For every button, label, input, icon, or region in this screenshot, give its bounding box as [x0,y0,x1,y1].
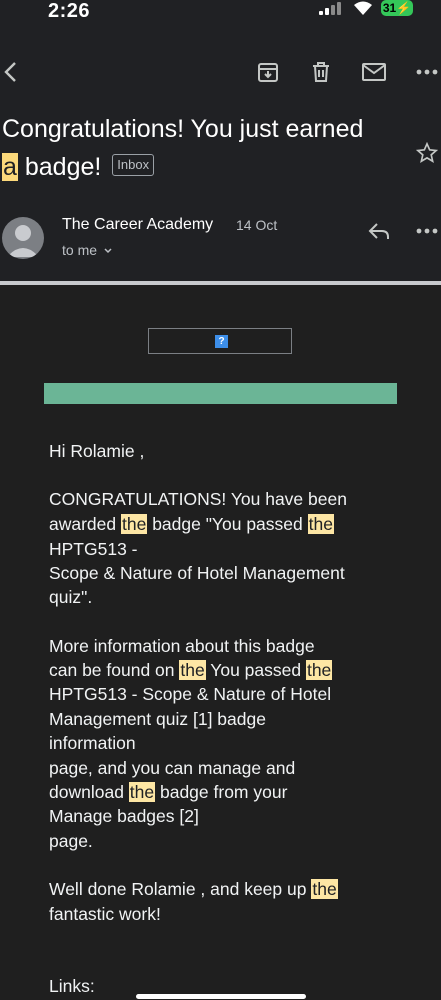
paragraph-line: page. [49,831,93,851]
status-time: 2:26 [48,0,91,22]
home-indicator[interactable] [136,994,306,999]
back-arrow-icon[interactable] [0,60,20,84]
paragraph-line: Manage badges [2] [49,806,199,826]
subject-text-end: badge! [17,153,102,181]
email-subject: Congratulations! You just earned a badge… [2,110,402,186]
subject-highlight: a [2,153,18,181]
paragraph-line: can be found on the You passed the [49,660,333,680]
reply-icon[interactable] [366,220,392,242]
more-options-icon[interactable] [414,220,440,242]
paragraph-line: CONGRATULATIONS! You have been [49,489,347,509]
star-icon[interactable] [414,140,440,166]
paragraph-line: information [49,733,136,753]
inbox-label-chip[interactable]: Inbox [112,154,155,177]
recipient-details[interactable]: to me [62,242,113,258]
sender-name[interactable]: The Career Academy [62,216,213,234]
greeting: Hi Rolamie , [49,441,145,461]
wifi-icon [352,0,374,16]
paragraph-line: page, and you can manage and [49,758,296,778]
search-highlight: the [307,514,334,534]
paragraph-line: More information about this badge [49,636,315,656]
avatar[interactable] [2,217,44,259]
paragraph-line: download the badge from your [49,782,288,802]
image-placeholder-icon: ? [215,335,228,348]
paragraph-line: awarded the badge "You passed the [49,514,334,534]
paragraph-line: quiz". [49,587,93,607]
search-highlight: the [179,660,206,680]
broken-image: ? [148,328,292,354]
chevron-down-icon [104,248,112,254]
search-highlight: the [121,514,148,534]
delete-icon[interactable] [309,60,333,84]
more-icon[interactable] [414,60,440,84]
search-highlight: the [311,879,338,899]
paragraph-line: fantastic work! [49,904,161,924]
paragraph-line: HPTG513 - [49,539,138,559]
search-highlight: the [128,782,156,802]
links-heading: Links: [49,976,95,996]
subject-text: Congratulations! You just earned [2,115,364,143]
recipient-text: to me [62,242,98,258]
email-date: 14 Oct [236,217,278,233]
battery-indicator: 31⚡ [381,0,413,16]
mark-unread-icon[interactable] [361,60,387,84]
paragraph-line: Well done Rolamie , and keep up the [49,879,338,899]
paragraph-line: Scope & Nature of Hotel Management [49,563,345,583]
paragraph-line: Management quiz [1] badge [49,709,266,729]
archive-icon[interactable] [256,60,280,84]
search-highlight: the [305,660,333,680]
paragraph-line: HPTG513 - Scope & Nature of Hotel [49,684,332,704]
cellular-signal-icon [319,1,343,15]
banner-bar [44,383,397,404]
